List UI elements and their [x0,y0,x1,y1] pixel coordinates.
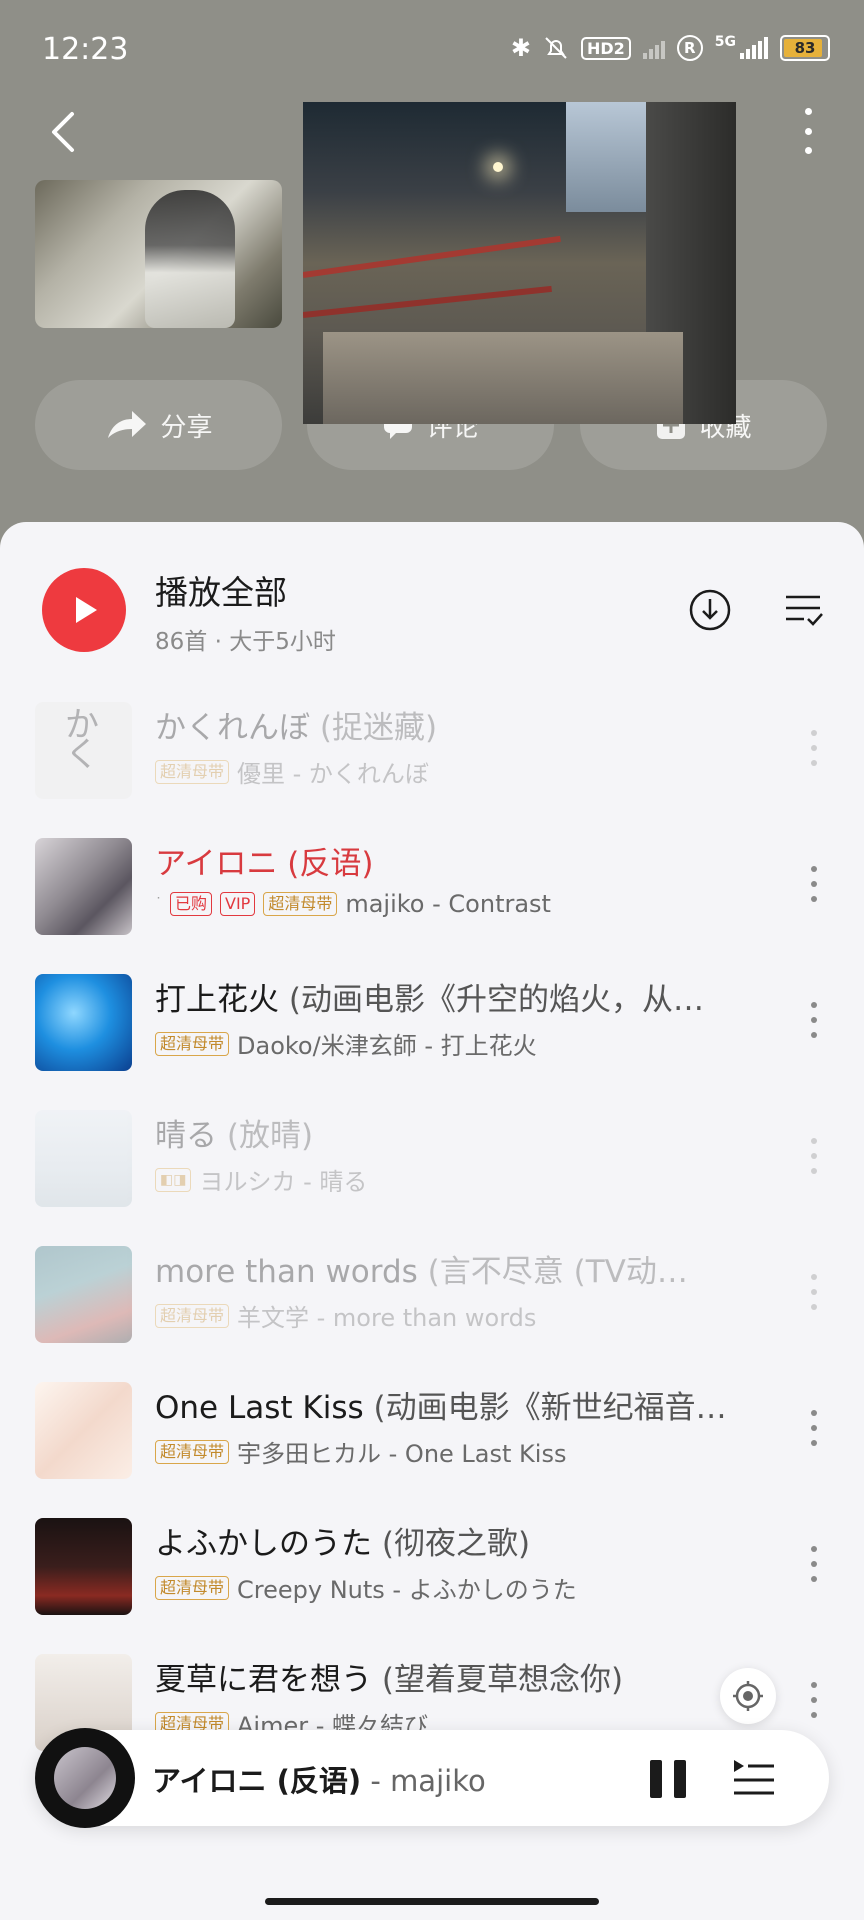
share-button[interactable]: 分享 [35,380,282,470]
song-cover [35,1246,132,1343]
status-bar: 12:23 ✱ HD2 R 5G 83 [0,0,864,100]
song-meta: 超清母带 Creepy Nuts - よふかしのうた [155,1570,755,1605]
song-meta: ˙ 已购 VIP 超清母带 majiko - Contrast [155,890,551,918]
song-meta: ◧◨ ヨルシカ - 晴る [155,1162,755,1197]
song-cover [35,1518,132,1615]
download-icon[interactable] [688,588,732,632]
song-title: 晴る (放晴) [155,1118,314,1154]
share-icon [108,411,147,438]
purchased-tag: 已购 [170,892,213,916]
playlist-queue-icon[interactable] [732,1758,776,1798]
song-cover [35,1382,132,1479]
song-more-icon[interactable] [810,1682,818,1718]
mute-bell-icon [545,37,567,59]
battery-icon: 83 [780,35,830,61]
quality-tag: 超清母带 [155,1303,230,1328]
back-icon[interactable] [44,108,84,156]
song-meta: 超清母带 Daoko/米津玄師 - 打上花火 [155,1026,755,1061]
home-indicator[interactable] [265,1898,599,1905]
mini-player-disc[interactable] [35,1728,135,1828]
song-more-icon[interactable] [810,1274,818,1310]
song-more-icon[interactable] [810,1138,818,1174]
quality-tag: 超清母带 [155,759,230,784]
quality-tag: 超清母带 [155,1575,230,1600]
play-all-subtitle: 86首 · 大于5小时 [155,629,336,655]
pause-button[interactable] [650,1760,686,1798]
network-type: 5G [714,34,736,50]
song-row[interactable]: 晴る (放晴) ◧◨ ヨルシカ - 晴る [0,1088,864,1224]
song-meta: 超清母带 宇多田ヒカル - One Last Kiss [155,1434,755,1469]
multi-select-icon[interactable] [784,592,824,628]
status-time: 12:23 [42,32,129,67]
song-title: more than words (言不尽意 (TV动… [155,1254,688,1290]
play-all-title[interactable]: 播放全部 [155,566,287,614]
song-meta: 超清母带 優里 - かくれんぼ [155,754,755,789]
playing-indicator-icon: ˙ [155,896,162,912]
song-cover [35,1110,132,1207]
hd-badge: HD2 [580,36,631,60]
song-more-icon[interactable] [810,1410,818,1446]
r-icon: R [676,35,703,61]
song-meta: 超清母带 羊文学 - more than words [155,1298,755,1333]
play-icon [76,597,97,623]
vip-tag: VIP [220,892,256,916]
more-options-icon[interactable] [800,108,816,154]
song-title: アイロニ (反语) [155,846,374,882]
signal-weak-icon [642,37,665,59]
song-more-icon[interactable] [810,866,818,902]
song-title: よふかしのうた (彻夜之歌) [155,1526,531,1562]
song-row[interactable]: more than words (言不尽意 (TV动… 超清母带 羊文学 - m… [0,1224,864,1360]
pip-photo-overlay[interactable] [303,102,736,424]
song-row[interactable]: One Last Kiss (动画电影《新世纪福音… 超清母带 宇多田ヒカル -… [0,1360,864,1496]
song-more-icon[interactable] [810,1002,818,1038]
song-row[interactable]: かく かくれんぼ (捉迷藏) 超清母带 優里 - かくれんぼ [0,680,864,816]
share-label: 分享 [160,412,213,443]
song-title: かくれんぼ (捉迷藏) [155,710,438,746]
song-cover [35,974,132,1071]
song-row[interactable]: アイロニ (反语) ˙ 已购 VIP 超清母带 majiko - Contras… [0,816,864,952]
audio-badge-icon: ◧◨ [155,1167,192,1192]
song-more-icon[interactable] [810,730,818,766]
song-title: One Last Kiss (动画电影《新世纪福音… [155,1390,727,1426]
song-row[interactable]: よふかしのうた (彻夜之歌) 超清母带 Creepy Nuts - よふかしのう… [0,1496,864,1632]
song-title: 夏草に君を想う (望着夏草想念你) [155,1662,624,1698]
bluetooth-icon: ✱ [510,34,531,62]
playlist-cover-thumbnail[interactable] [35,180,282,328]
song-title: 打上花火 (动画电影《升空的焰火，从… [155,982,704,1018]
mini-player-title[interactable]: アイロニ (反语) - majiko [152,1758,486,1800]
song-cover: かく [35,702,132,799]
status-icons: ✱ HD2 R 5G 83 [511,34,830,62]
song-cover [35,838,132,935]
locate-current-song-button[interactable] [720,1668,776,1724]
quality-tag: 超清母带 [155,1031,230,1056]
locate-icon [733,1681,763,1711]
play-all-button[interactable] [42,568,126,652]
quality-tag: 超清母带 [155,1439,230,1464]
signal-strong-icon [740,37,768,59]
song-more-icon[interactable] [810,1546,818,1582]
quality-tag: 超清母带 [263,892,338,916]
song-row[interactable]: 打上花火 (动画电影《升空的焰火，从… 超清母带 Daoko/米津玄師 - 打上… [0,952,864,1088]
